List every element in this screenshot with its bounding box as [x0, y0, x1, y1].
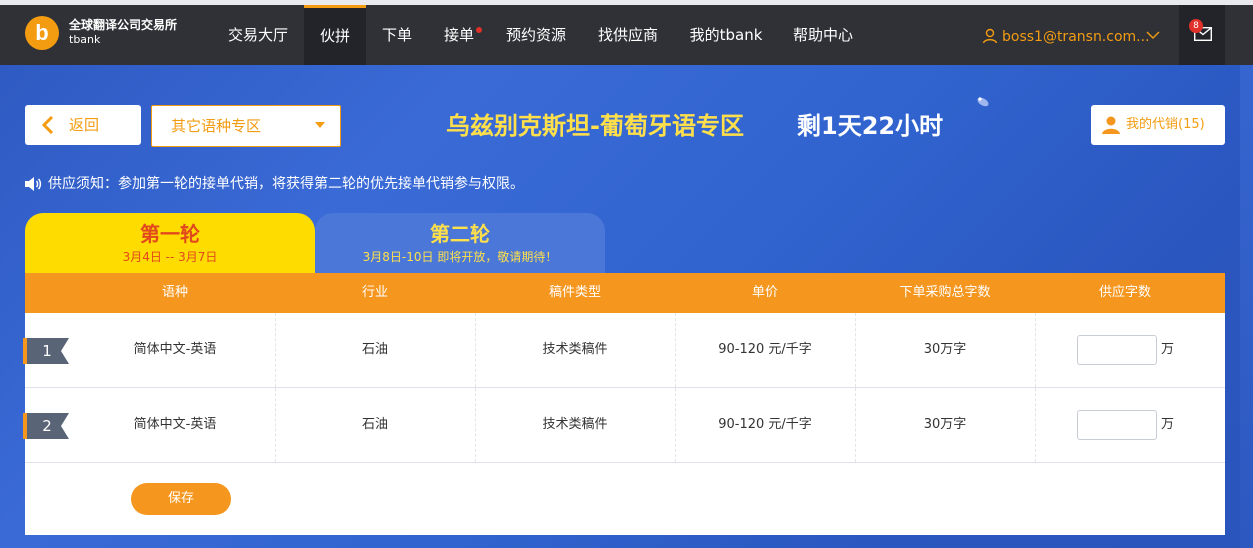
- user-icon[interactable]: [982, 28, 998, 44]
- column-header-supply-words: 供应字数: [1098, 285, 1151, 300]
- chevron-left-icon: [42, 116, 54, 134]
- table-row: 1 简体中文-英语 石油 技术类稿件 90-120 元/千字 30万字 万: [23, 313, 1225, 388]
- cell-doc-type: 技术类稿件: [542, 342, 608, 357]
- cell-unit-price: 90-120 元/千字: [718, 417, 812, 432]
- supply-words-input[interactable]: [1077, 410, 1157, 440]
- decorative-sparkle-icon: [977, 97, 989, 107]
- my-agency-button[interactable]: 我的代销(15): [1091, 105, 1225, 145]
- cell-total-words: 30万字: [923, 417, 967, 432]
- tab-round-two-date: 3月8日-10日 即将开放，敬请期待！: [362, 250, 558, 264]
- my-agency-label: 我的代销(15): [1126, 117, 1205, 132]
- cell-language: 简体中文-英语: [133, 417, 217, 432]
- nav-item-find-supplier[interactable]: 找供应商: [588, 5, 668, 65]
- column-divider: [1035, 313, 1036, 387]
- table-header: 语种 行业 稿件类型 单价 下单采购总字数 供应字数: [25, 273, 1225, 313]
- time-remaining: 剩1天22小时: [797, 112, 944, 140]
- zone-title: 乌兹别克斯坦-葡萄牙语专区: [446, 112, 744, 140]
- logo-letter: b: [35, 20, 49, 45]
- column-header-industry: 行业: [361, 285, 388, 300]
- unit-label: 万: [1161, 342, 1175, 357]
- new-dot-badge: [476, 27, 482, 33]
- mail-button[interactable]: 8: [1179, 5, 1225, 65]
- logo-title: 全球翻译公司交易所: [69, 18, 178, 32]
- logo-subtitle: tbank: [69, 33, 101, 46]
- supply-words-input[interactable]: [1077, 335, 1157, 365]
- cell-industry: 石油: [361, 417, 388, 432]
- zone-select[interactable]: 其它语种专区: [151, 105, 341, 147]
- nav-item-reserve-resources[interactable]: 预约资源: [496, 5, 576, 65]
- tbank-logo-icon[interactable]: b: [25, 16, 59, 50]
- cell-language: 简体中文-英语: [133, 342, 217, 357]
- save-button[interactable]: 保存: [131, 483, 231, 515]
- nav-item-trading-hall[interactable]: 交易大厅: [216, 5, 300, 65]
- person-icon: [1102, 116, 1120, 134]
- supply-table: 语种 行业 稿件类型 单价 下单采购总字数 供应字数 1 简体中文-英语 石油 …: [23, 273, 1225, 535]
- speaker-icon: [25, 177, 42, 191]
- nav-item-place-order[interactable]: 下单: [370, 5, 424, 65]
- caret-down-icon: [315, 122, 325, 128]
- cell-doc-type: 技术类稿件: [542, 417, 608, 432]
- mail-count-badge: 8: [1189, 19, 1203, 33]
- table-row: 2 简体中文-英语 石油 技术类稿件 90-120 元/千字 30万字 万: [23, 388, 1225, 463]
- column-header-doc-type: 稿件类型: [548, 285, 601, 300]
- back-button[interactable]: 返回: [25, 105, 141, 145]
- column-header-total-words: 下单采购总字数: [899, 285, 991, 300]
- tab-round-one-date: 3月4日 -- 3月7日: [122, 250, 218, 264]
- column-header-unit-price: 单价: [751, 285, 778, 300]
- unit-label: 万: [1161, 417, 1175, 432]
- nav-item-group-buy[interactable]: 伙拼: [304, 5, 366, 65]
- row-number: 1: [42, 342, 52, 360]
- tab-round-two[interactable]: 第二轮 3月8日-10日 即将开放，敬请期待！: [315, 213, 605, 273]
- zone-select-value: 其它语种专区: [171, 117, 262, 135]
- chevron-down-icon[interactable]: [1146, 30, 1160, 40]
- tab-round-one[interactable]: 第一轮 3月4日 -- 3月7日: [25, 213, 315, 273]
- tab-round-two-title: 第二轮: [430, 222, 490, 246]
- tab-round-one-title: 第一轮: [140, 222, 200, 246]
- cell-unit-price: 90-120 元/千字: [718, 342, 812, 357]
- nav-item-take-order[interactable]: 接单: [432, 5, 486, 65]
- nav-item-help-center[interactable]: 帮助中心: [782, 5, 864, 65]
- user-account[interactable]: boss1@transn.com...: [1002, 27, 1150, 47]
- back-button-label: 返回: [69, 116, 100, 134]
- nav-item-my-tbank[interactable]: 我的tbank: [680, 5, 772, 65]
- page-scroll-edge: [1240, 65, 1253, 548]
- cell-industry: 石油: [361, 342, 388, 357]
- cell-total-words: 30万字: [923, 342, 967, 357]
- column-divider: [1035, 388, 1036, 462]
- column-header-language: 语种: [161, 285, 188, 300]
- notice-text: 供应须知：参加第一轮的接单代销，将获得第二轮的优先接单代销参与权限。: [48, 176, 524, 192]
- row-number: 2: [42, 417, 52, 435]
